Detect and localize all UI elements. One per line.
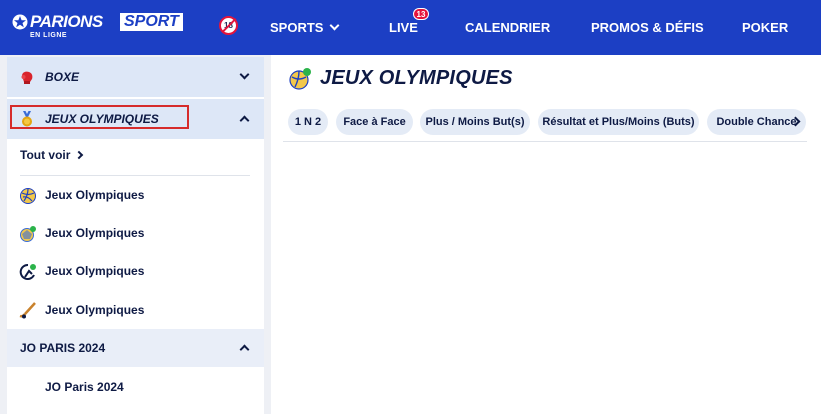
nav-live-label: LIVE bbox=[389, 20, 418, 35]
tout-voir-link[interactable]: Tout voir bbox=[20, 148, 84, 162]
chevron-down-icon bbox=[330, 20, 340, 31]
sidebar-item-jo-hockey[interactable]: Jeux Olympiques bbox=[7, 291, 264, 329]
tout-voir-label: Tout voir bbox=[20, 148, 71, 162]
tab-resultat-plus-moins[interactable]: Résultat et Plus/Moins (Buts) bbox=[538, 109, 699, 135]
sidebar-category-boxe[interactable]: BOXE bbox=[7, 57, 264, 97]
nav-promos-defis[interactable]: PROMOS & DÉFIS bbox=[591, 0, 704, 55]
sidebar-item-label: Jeux Olympiques bbox=[45, 303, 145, 317]
logo-word-sport: SPORT bbox=[120, 13, 183, 31]
chevron-up-icon bbox=[239, 344, 250, 355]
sidebar-item-jo-volleyball[interactable]: Jeux Olympiques bbox=[7, 176, 264, 214]
sports-sidebar: BOXE JEUX OLYMPIQUES Tout voir Jeux Olym… bbox=[7, 57, 264, 414]
logo-word-parions: PARIONS bbox=[30, 12, 103, 31]
tabs-divider bbox=[283, 141, 807, 142]
parions-sport-logo[interactable]: PARIONS SPORT EN LIGNE bbox=[12, 12, 207, 42]
olympic-sports-icon bbox=[289, 68, 311, 90]
chevron-up-icon bbox=[239, 115, 250, 126]
sidebar-subcategory-label: JO PARIS 2024 bbox=[20, 341, 106, 355]
nav-live[interactable]: LIVE bbox=[389, 0, 418, 55]
chevron-down-icon bbox=[239, 69, 250, 80]
age-restriction-icon: 18 bbox=[219, 16, 238, 35]
sidebar-item-jo-water-polo[interactable]: Jeux Olympiques bbox=[7, 252, 264, 290]
sidebar-subitem-jo-paris-2024[interactable]: JO Paris 2024 bbox=[45, 380, 124, 394]
tab-1n2[interactable]: 1 N 2 bbox=[288, 109, 328, 135]
page-title: JEUX OLYMPIQUES bbox=[320, 67, 513, 89]
sidebar-item-label: Jeux Olympiques bbox=[45, 226, 145, 240]
market-tabs: 1 N 2 Face à Face Plus / Moins But(s) Ré… bbox=[288, 109, 806, 135]
handball-icon bbox=[20, 226, 36, 242]
nav-calendrier[interactable]: CALENDRIER bbox=[465, 0, 550, 55]
logo-star-icon bbox=[12, 14, 28, 30]
sidebar-item-label: Jeux Olympiques bbox=[45, 188, 145, 202]
live-count-badge: 13 bbox=[413, 8, 429, 20]
sidebar-item-jo-handball[interactable]: Jeux Olympiques bbox=[7, 214, 264, 252]
chevron-right-icon bbox=[75, 150, 84, 160]
volleyball-icon bbox=[20, 188, 36, 204]
nav-sports-label: SPORTS bbox=[270, 20, 324, 35]
logo-tagline: EN LIGNE bbox=[30, 32, 68, 39]
nav-sports[interactable]: SPORTS bbox=[270, 0, 340, 55]
tab-face-a-face[interactable]: Face à Face bbox=[336, 109, 413, 135]
hockey-stick-icon bbox=[19, 302, 36, 319]
sidebar-category-label: BOXE bbox=[45, 70, 80, 84]
nav-poker-label: POKER bbox=[742, 20, 789, 35]
top-navigation-bar: PARIONS SPORT EN LIGNE 18 SPORTS LIVE 13… bbox=[0, 0, 821, 55]
main-content: JEUX OLYMPIQUES 1 N 2 Face à Face Plus /… bbox=[271, 55, 821, 414]
boxing-glove-icon bbox=[21, 71, 33, 84]
sidebar-item-label: Jeux Olympiques bbox=[45, 264, 145, 278]
nav-calendrier-label: CALENDRIER bbox=[465, 20, 551, 35]
nav-poker[interactable]: POKER bbox=[742, 0, 788, 55]
water-polo-icon bbox=[19, 263, 36, 280]
tab-plus-moins-buts[interactable]: Plus / Moins But(s) bbox=[420, 109, 530, 135]
focus-highlight bbox=[10, 105, 189, 129]
sidebar-subcategory-jo-paris-2024[interactable]: JO PARIS 2024 bbox=[7, 329, 264, 367]
nav-promos-label: PROMOS & DÉFIS bbox=[591, 20, 704, 35]
